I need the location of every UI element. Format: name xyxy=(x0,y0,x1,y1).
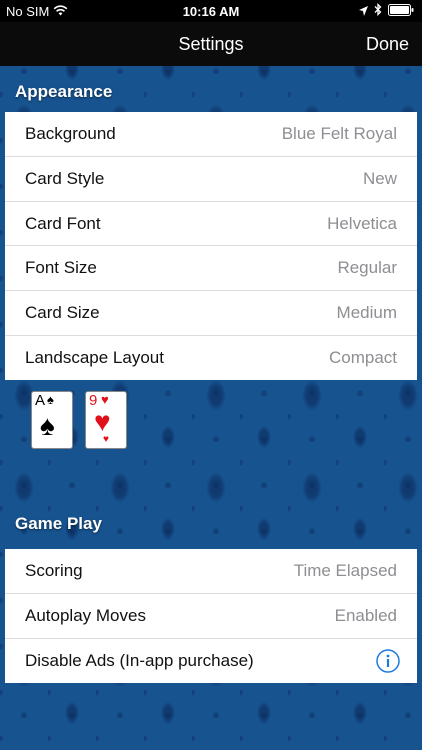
heart-icon: ♥ xyxy=(94,406,111,437)
scoring-row[interactable]: Scoring Time Elapsed xyxy=(5,549,417,594)
row-label: Font Size xyxy=(25,258,97,278)
heart-icon: ♥ xyxy=(103,434,109,445)
row-value: Compact xyxy=(328,347,397,367)
nav-bar: Settings Done xyxy=(0,22,422,66)
card-ace-of-spades: A ♠ ♠ xyxy=(31,391,73,449)
background-row[interactable]: Background Blue Felt Royal xyxy=(5,112,417,157)
location-arrow-icon xyxy=(359,4,368,19)
row-value: Enabled xyxy=(334,605,397,625)
disable-ads-row[interactable]: Disable Ads (In-app purchase) xyxy=(5,639,417,684)
status-right xyxy=(359,2,414,19)
card-style-row[interactable]: Card Style New xyxy=(5,157,417,202)
row-value: Helvetica xyxy=(327,213,397,233)
row-value: Regular xyxy=(337,258,397,278)
battery-icon xyxy=(388,3,414,19)
game-play-header: Game Play xyxy=(15,514,102,533)
row-label: Card Size xyxy=(25,303,100,323)
row-value: Blue Felt Royal xyxy=(281,124,397,143)
row-label: Landscape Layout xyxy=(25,347,164,367)
page-title: Settings xyxy=(178,34,244,54)
autoplay-moves-row[interactable]: Autoplay Moves Enabled xyxy=(5,594,417,639)
appearance-header: Appearance xyxy=(15,82,113,101)
card-nine-of-hearts: 9 ♥ ♥ ♥ xyxy=(85,391,127,449)
bluetooth-icon xyxy=(374,2,382,19)
row-label: Disable Ads (In-app purchase) xyxy=(25,650,254,670)
heart-icon: ♥ xyxy=(101,392,109,407)
card-size-row[interactable]: Card Size Medium xyxy=(5,291,417,336)
info-icon[interactable] xyxy=(376,648,400,678)
row-label: Card Style xyxy=(25,168,105,188)
row-label: Autoplay Moves xyxy=(25,605,146,625)
font-size-row[interactable]: Font Size Regular xyxy=(5,246,417,292)
landscape-layout-row[interactable]: Landscape Layout Compact xyxy=(5,336,417,381)
done-button[interactable]: Done xyxy=(366,34,409,55)
status-bar: No SIM 10:16 AM xyxy=(0,0,422,22)
spade-icon: ♠ xyxy=(47,392,54,407)
row-value: Time Elapsed xyxy=(293,561,397,580)
row-label: Background xyxy=(25,124,116,143)
card-font-row[interactable]: Card Font Helvetica xyxy=(5,202,417,247)
row-value: Medium xyxy=(336,303,397,323)
row-label: Card Font xyxy=(25,213,101,233)
card-rank: A xyxy=(35,392,46,409)
appearance-group: Background Blue Felt Royal Card Style Ne… xyxy=(5,112,417,380)
row-label: Scoring xyxy=(25,561,83,580)
spade-icon: ♠ xyxy=(40,410,55,441)
row-value: New xyxy=(362,168,397,188)
game-play-group: Scoring Time Elapsed Autoplay Moves Enab… xyxy=(5,549,417,683)
